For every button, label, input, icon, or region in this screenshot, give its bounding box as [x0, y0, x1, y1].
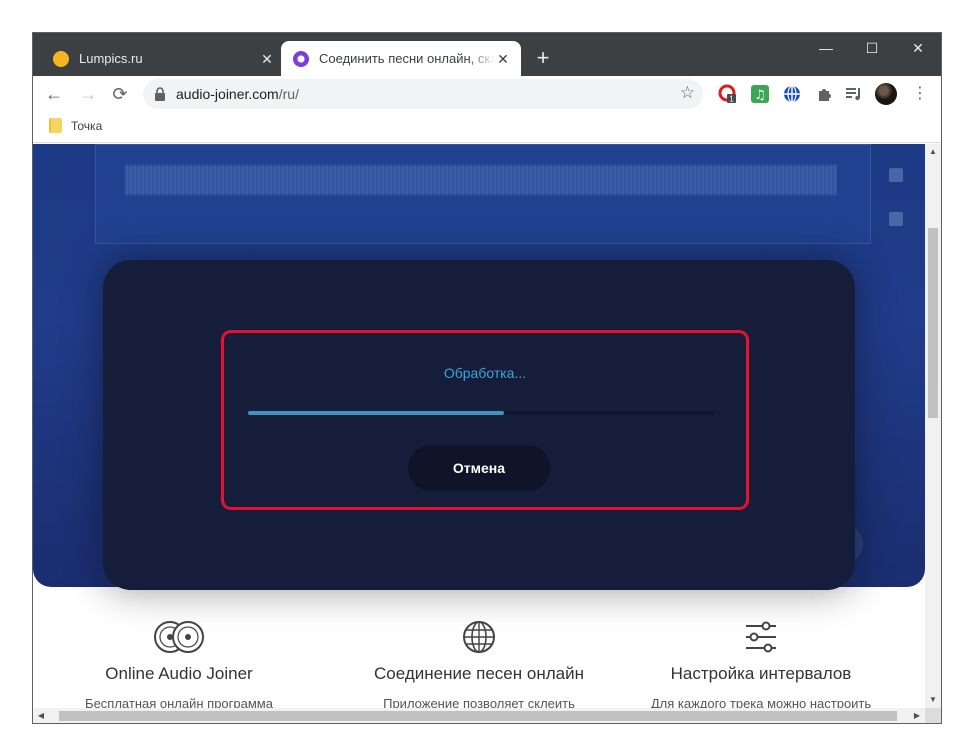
- scrollbar-corner: [925, 708, 941, 723]
- puzzle-extensions-icon[interactable]: [813, 83, 835, 105]
- vertical-scrollbar[interactable]: ▲ ▼: [925, 144, 941, 708]
- scroll-up-arrow-icon[interactable]: ▲: [925, 144, 941, 160]
- feature-title: Соединение песен онлайн: [374, 664, 584, 683]
- reload-button[interactable]: ⟳: [107, 81, 133, 107]
- url-text[interactable]: audio-joiner.com/ru/: [176, 86, 299, 102]
- extension-badge: 1: [729, 95, 734, 104]
- bookmark-folder-tochka[interactable]: Точка: [49, 118, 102, 133]
- waveform: [126, 165, 836, 195]
- lumpics-favicon-icon: [53, 50, 69, 67]
- folder-icon: [49, 118, 62, 133]
- feature-song-joining: Соединение песен онлайн Приложение позво…: [333, 620, 625, 708]
- url-path: /ru/: [278, 86, 299, 102]
- vinyl-records-icon: [154, 621, 204, 653]
- waveform-track: [95, 144, 871, 244]
- address-bar[interactable]: audio-joiner.com/ru/ ☆: [143, 79, 703, 109]
- download-icon: [889, 212, 903, 226]
- processing-status: Обработка...: [443, 365, 527, 381]
- maximize-button[interactable]: ☐: [849, 33, 895, 63]
- new-tab-button[interactable]: +: [531, 47, 555, 71]
- processing-dialog: Обработка... Отмена: [221, 330, 749, 510]
- feature-description: Для каждого трека можно настроить: [650, 696, 872, 708]
- globe-icon: [463, 621, 495, 653]
- opera-extension-icon[interactable]: 1: [717, 83, 739, 105]
- audio-joiner-favicon-icon: [293, 50, 309, 67]
- progress-fill: [248, 411, 505, 415]
- scroll-left-arrow-icon[interactable]: ◀: [33, 708, 49, 723]
- tab-close-icon[interactable]: ✕: [259, 51, 275, 67]
- scroll-down-arrow-icon[interactable]: ▼: [925, 692, 941, 708]
- browser-window: Lumpics.ru ✕ Соединить песни онлайн, скл…: [32, 32, 942, 724]
- vertical-scroll-thumb[interactable]: [928, 228, 938, 418]
- progress-bar: [248, 411, 714, 415]
- tab-title: Lumpics.ru: [79, 51, 143, 66]
- media-queue-icon[interactable]: [843, 83, 865, 105]
- close-window-button[interactable]: ✕: [895, 33, 941, 63]
- scroll-right-arrow-icon[interactable]: ▶: [909, 708, 925, 723]
- browser-toolbar: ← → ⟳ audio-joiner.com/ru/ ☆ 1 ♫ ⋮: [33, 76, 941, 112]
- profile-avatar[interactable]: [875, 83, 897, 105]
- vpn-globe-icon[interactable]: [781, 83, 803, 105]
- tab-audio-joiner[interactable]: Соединить песни онлайн, склеить ✕: [281, 41, 521, 76]
- feature-online-audio-joiner: Online Audio Joiner Бесплатная онлайн пр…: [33, 620, 325, 708]
- sliders-icon: [746, 621, 776, 653]
- feature-description: Приложение позволяет склеить: [383, 696, 575, 708]
- bookmark-label: Точка: [71, 118, 103, 133]
- horizontal-scroll-thumb[interactable]: [59, 711, 897, 721]
- url-host: audio-joiner.com: [176, 86, 279, 102]
- feature-interval-settings: Настройка интервалов Для каждого трека м…: [615, 620, 907, 708]
- feature-title: Online Audio Joiner: [105, 664, 253, 683]
- forward-button[interactable]: →: [75, 81, 101, 107]
- horizontal-scrollbar[interactable]: ◀ ▶: [33, 708, 925, 723]
- bookmarks-bar: Точка: [33, 112, 941, 143]
- back-button[interactable]: ←: [41, 81, 67, 107]
- music-extension-icon[interactable]: ♫: [749, 83, 771, 105]
- menu-kebab-icon[interactable]: ⋮: [907, 81, 933, 107]
- bookmark-star-icon[interactable]: ☆: [680, 83, 695, 103]
- feature-title: Настройка интервалов: [670, 664, 852, 683]
- page-viewport: Обработка... Отмена Online Audio Joiner …: [33, 144, 925, 708]
- svg-text:♫: ♫: [754, 88, 766, 103]
- feature-description: Бесплатная онлайн программа: [85, 696, 273, 708]
- cancel-button[interactable]: Отмена: [408, 445, 550, 491]
- minimize-button[interactable]: —: [803, 33, 849, 63]
- tab-close-icon[interactable]: ✕: [495, 51, 511, 67]
- tab-title: Соединить песни онлайн, склеить: [319, 51, 495, 66]
- lock-icon: [155, 87, 165, 101]
- tab-strip: Lumpics.ru ✕ Соединить песни онлайн, скл…: [33, 33, 941, 76]
- tab-lumpics[interactable]: Lumpics.ru ✕: [41, 41, 285, 76]
- trash-icon: [889, 168, 903, 182]
